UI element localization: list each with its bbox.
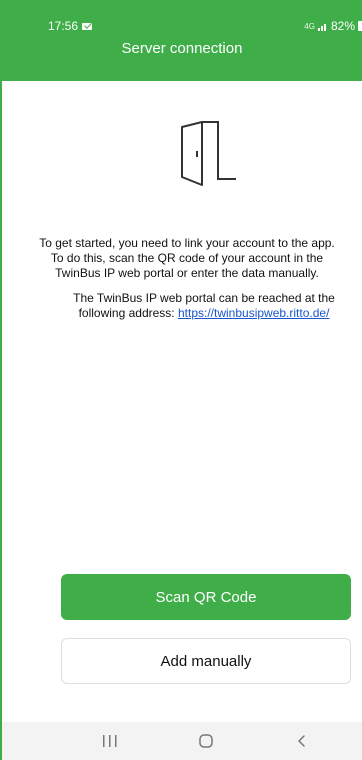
- home-button[interactable]: [186, 722, 226, 760]
- network-type: 4G: [304, 21, 315, 31]
- intro-text: To get started, you need to link your ac…: [0, 236, 362, 281]
- status-time: 17:56: [48, 19, 93, 33]
- signal-icon: [317, 23, 326, 31]
- back-icon: [298, 735, 305, 747]
- portal-line: The TwinBus IP web portal can be reached…: [73, 291, 335, 305]
- scan-qr-label: Scan QR Code: [155, 588, 257, 606]
- portal-line-with-link: following address: https://twinbusipweb.…: [0, 306, 362, 321]
- add-manually-label: Add manually: [160, 652, 252, 670]
- app-screen: 17:56 4G 82% Server connection To get st…: [0, 0, 362, 760]
- scan-qr-button[interactable]: Scan QR Code: [61, 574, 351, 620]
- clock-text: 17:56: [48, 19, 79, 33]
- system-nav-bar: [2, 722, 362, 760]
- battery-icon: [358, 21, 362, 31]
- home-icon: [199, 734, 213, 748]
- app-header: 17:56 4G 82% Server connection: [2, 0, 362, 81]
- portal-link[interactable]: https://twinbusipweb.ritto.de/: [178, 306, 329, 320]
- intro-line: To do this, scan the QR code of your acc…: [50, 251, 324, 265]
- left-edge-accent: [0, 0, 2, 760]
- portal-line: following address:: [78, 306, 175, 320]
- recents-button[interactable]: [90, 722, 130, 760]
- door-open-icon: [181, 121, 236, 186]
- add-manually-button[interactable]: Add manually: [61, 638, 351, 684]
- intro-line: TwinBus IP web portal or enter the data …: [55, 266, 319, 280]
- recents-icon: [103, 735, 117, 747]
- intro-line: To get started, you need to link your ac…: [39, 236, 335, 250]
- portal-text: The TwinBus IP web portal can be reached…: [0, 291, 362, 321]
- mail-icon: [82, 22, 93, 30]
- battery-percent: 82%: [330, 19, 355, 33]
- back-button[interactable]: [282, 722, 322, 760]
- status-indicators: 4G 82%: [304, 19, 362, 33]
- page-title: Server connection: [121, 40, 243, 57]
